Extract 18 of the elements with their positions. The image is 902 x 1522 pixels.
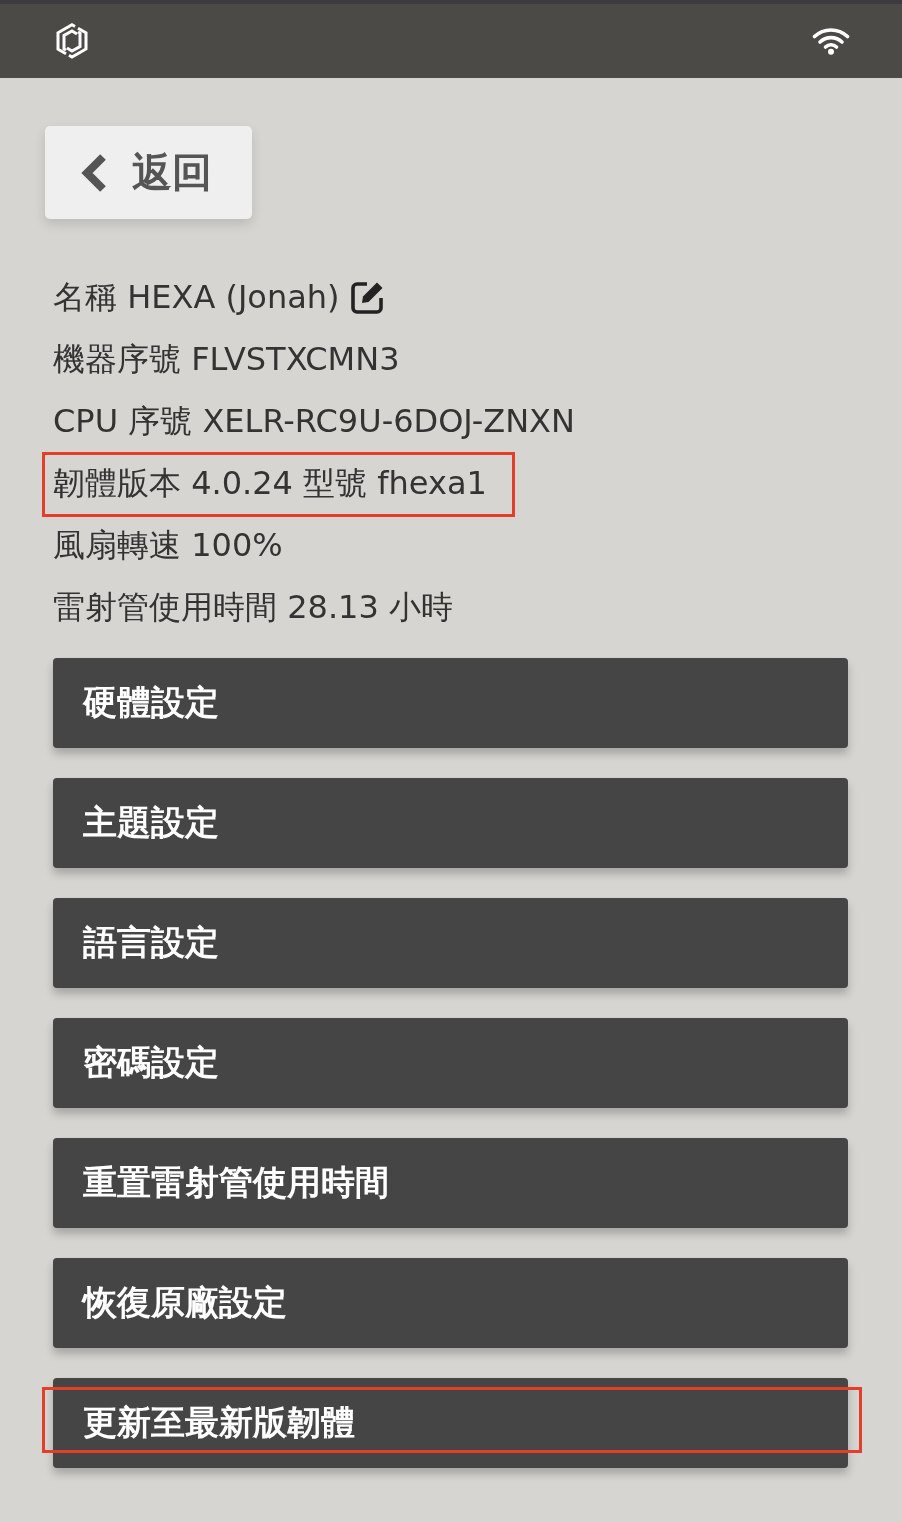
menu-button[interactable]: 恢復原廠設定 xyxy=(53,1258,848,1348)
menu-button[interactable]: 密碼設定 xyxy=(53,1018,848,1108)
menu-button[interactable]: 語言設定 xyxy=(53,898,848,988)
menu-button[interactable]: 更新至最新版韌體 xyxy=(53,1378,848,1468)
edit-icon[interactable] xyxy=(349,279,386,315)
menu-button[interactable]: 重置雷射管使用時間 xyxy=(53,1138,848,1228)
info-text: 雷射管使用時間 28.13 小時 xyxy=(53,587,453,628)
menu-button[interactable]: 硬體設定 xyxy=(53,658,848,748)
info-text: CPU 序號 XELR-RC9U-6DOJ-ZNXN xyxy=(53,401,575,442)
info-text: 韌體版本 4.0.24 型號 fhexa1 xyxy=(53,463,487,504)
chevron-left-icon xyxy=(80,152,108,193)
logo-icon xyxy=(55,23,89,59)
info-text: 風扇轉速 100% xyxy=(53,525,283,566)
info-text: 機器序號 FLVSTXCMN3 xyxy=(53,339,400,380)
menu-button[interactable]: 主題設定 xyxy=(53,778,848,868)
back-button[interactable]: 返回 xyxy=(45,126,252,219)
wifi-icon xyxy=(812,27,850,55)
info-text: 名稱 HEXA (Jonah) xyxy=(53,277,340,318)
